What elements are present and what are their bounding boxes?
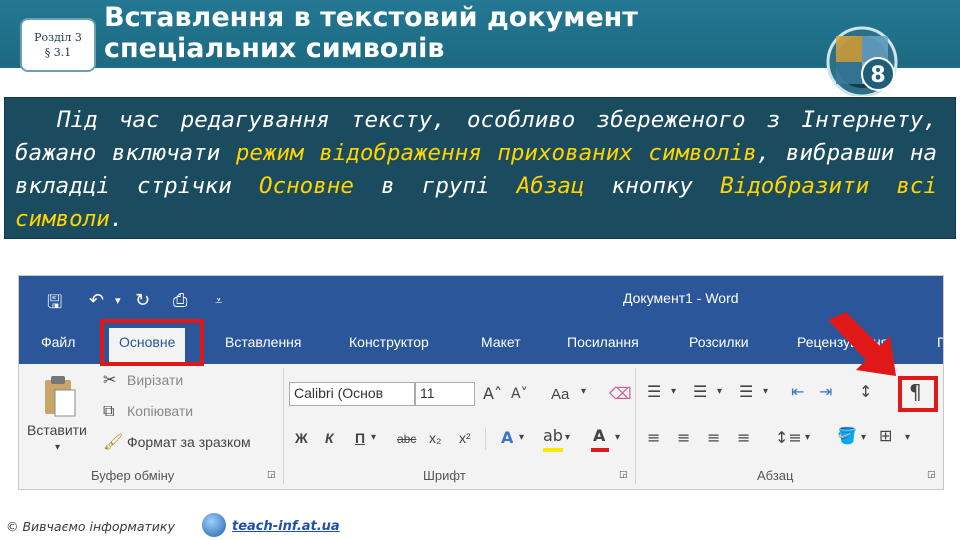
section-badge-chapter: Розділ 3 xyxy=(34,31,82,44)
borders-dropdown-icon[interactable]: ▾ xyxy=(905,432,910,443)
decrease-indent-icon[interactable]: ⇤ xyxy=(791,382,804,401)
font-size-select[interactable]: 11 xyxy=(415,382,475,406)
align-right-icon[interactable]: ≡ xyxy=(707,428,720,447)
intro-text-3: в групі xyxy=(353,173,517,199)
font-size-value: 11 xyxy=(420,385,435,401)
text-effects-dropdown-icon[interactable]: ▾ xyxy=(519,432,524,443)
clear-formatting-icon[interactable]: ⌫ xyxy=(609,384,632,403)
ribbon-separator xyxy=(283,368,284,484)
save-icon[interactable]: 🖫 xyxy=(47,290,62,320)
underline-dropdown-icon[interactable]: ▾ xyxy=(371,432,376,443)
font-color-dropdown-icon[interactable]: ▾ xyxy=(615,432,620,443)
tab-references[interactable]: Посилання xyxy=(567,334,639,350)
undo-dropdown-icon[interactable]: ▾ xyxy=(115,294,121,307)
paragraph-launcher-icon[interactable]: ◲ xyxy=(927,470,936,480)
shading-dropdown-icon[interactable]: ▾ xyxy=(861,432,866,443)
footer-site-link[interactable]: teach-inf.at.ua xyxy=(232,519,340,534)
highlight-dropdown-icon[interactable]: ▾ xyxy=(565,432,570,443)
highlight-color-swatch xyxy=(543,448,563,452)
grade-emblem: 8 xyxy=(826,26,898,96)
highlight-color-icon[interactable]: ab xyxy=(543,426,563,445)
align-left-icon[interactable]: ≡ xyxy=(647,428,660,447)
redo-icon[interactable]: ↻ xyxy=(135,290,150,311)
intro-paragraph: Під час редагування тексту, особливо збе… xyxy=(15,104,937,236)
grade-number: 8 xyxy=(870,63,885,88)
shrink-font-icon[interactable]: A˅ xyxy=(511,386,528,402)
tab-more[interactable]: П xyxy=(937,334,943,350)
font-name-value: Calibri (Основ xyxy=(294,385,384,401)
paste-dropdown-icon[interactable]: ▾ xyxy=(55,442,60,453)
change-case-dropdown-icon[interactable]: ▾ xyxy=(581,386,586,397)
section-badge: Розділ 3 § 3.1 xyxy=(20,18,96,72)
intro-text-4: кнопку xyxy=(584,173,721,199)
undo-icon[interactable]: ↶ xyxy=(89,290,104,311)
copy-icon: ⧉ xyxy=(103,401,115,420)
numbering-dropdown-icon[interactable]: ▾ xyxy=(717,386,722,397)
word-title-bar: 🖫 ↶ ▾ ↻ ⎙ ⩡ Документ1 - Word xyxy=(19,276,943,322)
paste-button[interactable]: Вставити xyxy=(27,422,87,438)
intro-highlight-home-tab: Основне xyxy=(259,173,354,199)
intro-text-block: Під час редагування тексту, особливо збе… xyxy=(4,97,956,239)
window-title: Документ1 - Word xyxy=(623,290,739,306)
clipboard-launcher-icon[interactable]: ◲ xyxy=(267,470,276,480)
font-color-icon[interactable]: A xyxy=(593,426,605,445)
borders-icon[interactable]: ⊞ xyxy=(879,426,892,445)
pointer-arrow xyxy=(828,312,896,376)
customize-toolbar-icon[interactable]: ⩡ xyxy=(215,294,222,309)
text-effects-icon[interactable]: A xyxy=(501,428,513,447)
cut-icon: ✂ xyxy=(103,370,117,389)
home-tab-highlight-box xyxy=(100,319,204,366)
slide-title-line1: Вставлення в текстовий документ xyxy=(104,2,638,33)
tab-file[interactable]: Файл xyxy=(41,334,75,350)
paragraph-group-label: Абзац xyxy=(757,468,794,483)
cut-button[interactable]: Вирізати xyxy=(127,372,183,388)
tab-mailings[interactable]: Розсилки xyxy=(689,334,749,350)
intro-text-5: . xyxy=(109,206,124,232)
font-group-label: Шрифт xyxy=(423,468,466,483)
multilevel-list-icon[interactable]: ☰ xyxy=(739,382,753,401)
subscript-button[interactable]: x₂ xyxy=(429,430,441,446)
font-name-select[interactable]: Calibri (Основ xyxy=(289,382,415,406)
bullets-dropdown-icon[interactable]: ▾ xyxy=(671,386,676,397)
superscript-button[interactable]: x² xyxy=(459,430,471,446)
bold-button[interactable]: Ж xyxy=(295,430,308,446)
multilevel-dropdown-icon[interactable]: ▾ xyxy=(763,386,768,397)
strikethrough-button[interactable]: abc xyxy=(397,432,416,446)
paste-icon[interactable] xyxy=(41,374,77,418)
intro-highlight-paragraph-group: Абзац xyxy=(516,173,585,199)
tab-insert[interactable]: Вставлення xyxy=(225,334,302,350)
font-color-swatch xyxy=(591,448,609,452)
section-badge-paragraph: § 3.1 xyxy=(44,46,72,59)
footer-copyright: © Вивчаємо інформатику xyxy=(6,519,175,534)
slide-title-line2: спеціальних символів xyxy=(104,33,445,64)
globe-icon xyxy=(202,513,226,537)
align-center-icon[interactable]: ≡ xyxy=(677,428,690,447)
bullets-icon[interactable]: ☰ xyxy=(647,382,661,401)
ribbon-separator xyxy=(485,428,486,450)
grow-font-icon[interactable]: A˄ xyxy=(483,384,502,403)
copy-button[interactable]: Копіювати xyxy=(127,403,193,419)
underline-button[interactable]: П xyxy=(355,430,365,446)
ribbon-body: Вставити ▾ ✂ Вирізати ⧉ Копіювати 🖌 Форм… xyxy=(19,364,943,489)
tab-design[interactable]: Конструктор xyxy=(349,334,429,350)
shading-icon[interactable]: 🪣 xyxy=(837,426,857,445)
print-preview-icon[interactable]: ⎙ xyxy=(173,290,187,311)
increase-indent-icon[interactable]: ⇥ xyxy=(819,382,832,401)
numbering-icon[interactable]: ☰ xyxy=(693,382,707,401)
justify-icon[interactable]: ≡ xyxy=(737,428,750,447)
intro-highlight-hidden-symbols: режим відображення прихованих символів xyxy=(235,140,757,166)
tab-layout[interactable]: Макет xyxy=(481,334,521,350)
slide-title: Вставлення в текстовий документ спеціаль… xyxy=(104,2,638,64)
italic-button[interactable]: К xyxy=(325,430,334,446)
format-painter-icon: 🖌 xyxy=(103,432,124,451)
format-painter-button[interactable]: Формат за зразком xyxy=(127,434,251,450)
change-case-button[interactable]: Aa xyxy=(551,386,569,403)
word-ribbon-screenshot: 🖫 ↶ ▾ ↻ ⎙ ⩡ Документ1 - Word Файл Основн… xyxy=(18,275,944,490)
line-spacing-icon[interactable]: ↕≡ xyxy=(775,428,802,447)
clipboard-group-label: Буфер обміну xyxy=(91,468,175,483)
font-launcher-icon[interactable]: ◲ xyxy=(619,470,628,480)
line-spacing-dropdown-icon[interactable]: ▾ xyxy=(805,432,810,443)
sort-icon[interactable]: ↕ xyxy=(859,382,872,401)
ribbon-separator xyxy=(635,368,636,484)
